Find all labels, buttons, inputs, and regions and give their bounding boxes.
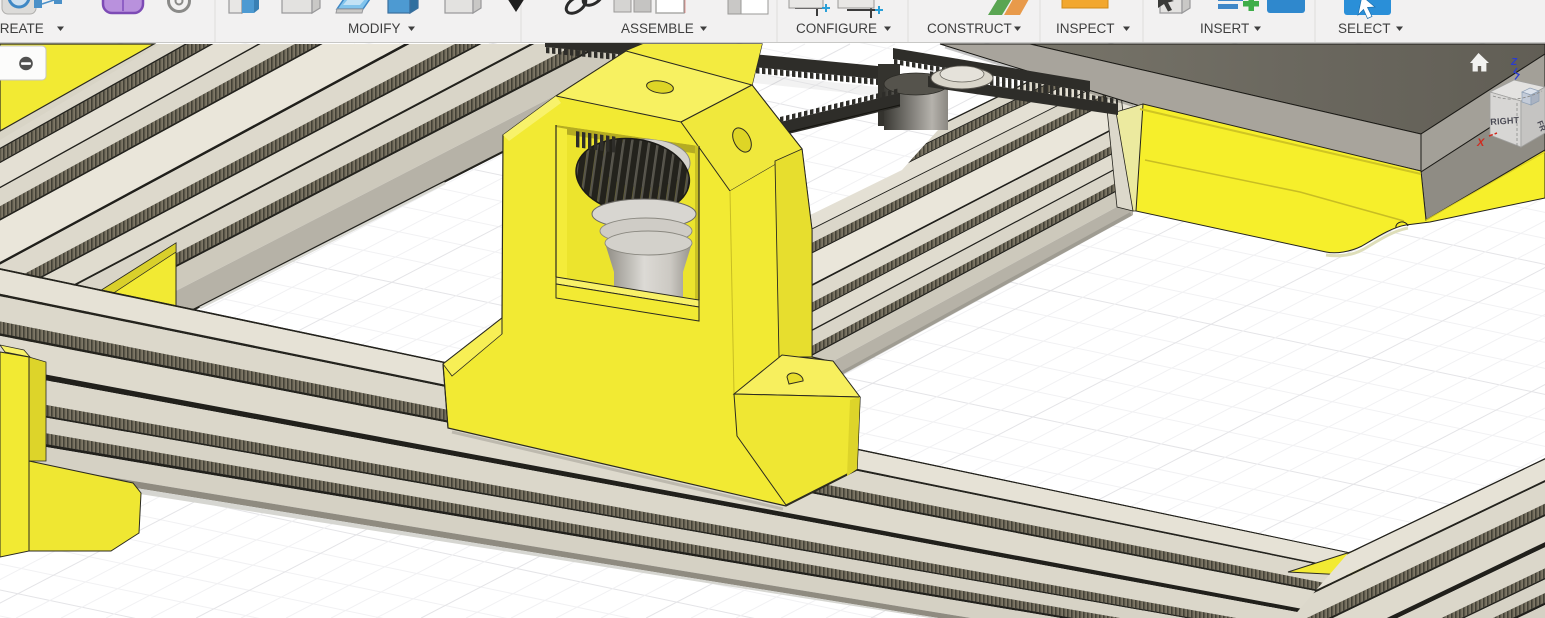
svg-text:SELECT: SELECT — [1338, 21, 1391, 36]
svg-text:X: X — [1476, 137, 1485, 149]
svg-text:CONFIGURE: CONFIGURE — [796, 21, 877, 36]
svg-text:MODIFY: MODIFY — [348, 21, 401, 36]
svg-text:INSPECT: INSPECT — [1056, 21, 1115, 36]
svg-text:CREATE: CREATE — [0, 21, 44, 36]
svg-text:RIGHT: RIGHT — [1490, 115, 1520, 127]
svg-text:ASSEMBLE: ASSEMBLE — [621, 21, 694, 36]
svg-text:INSERT: INSERT — [1200, 21, 1249, 36]
svg-text:Z: Z — [1510, 57, 1518, 68]
svg-text:CONSTRUCT: CONSTRUCT — [927, 21, 1012, 36]
